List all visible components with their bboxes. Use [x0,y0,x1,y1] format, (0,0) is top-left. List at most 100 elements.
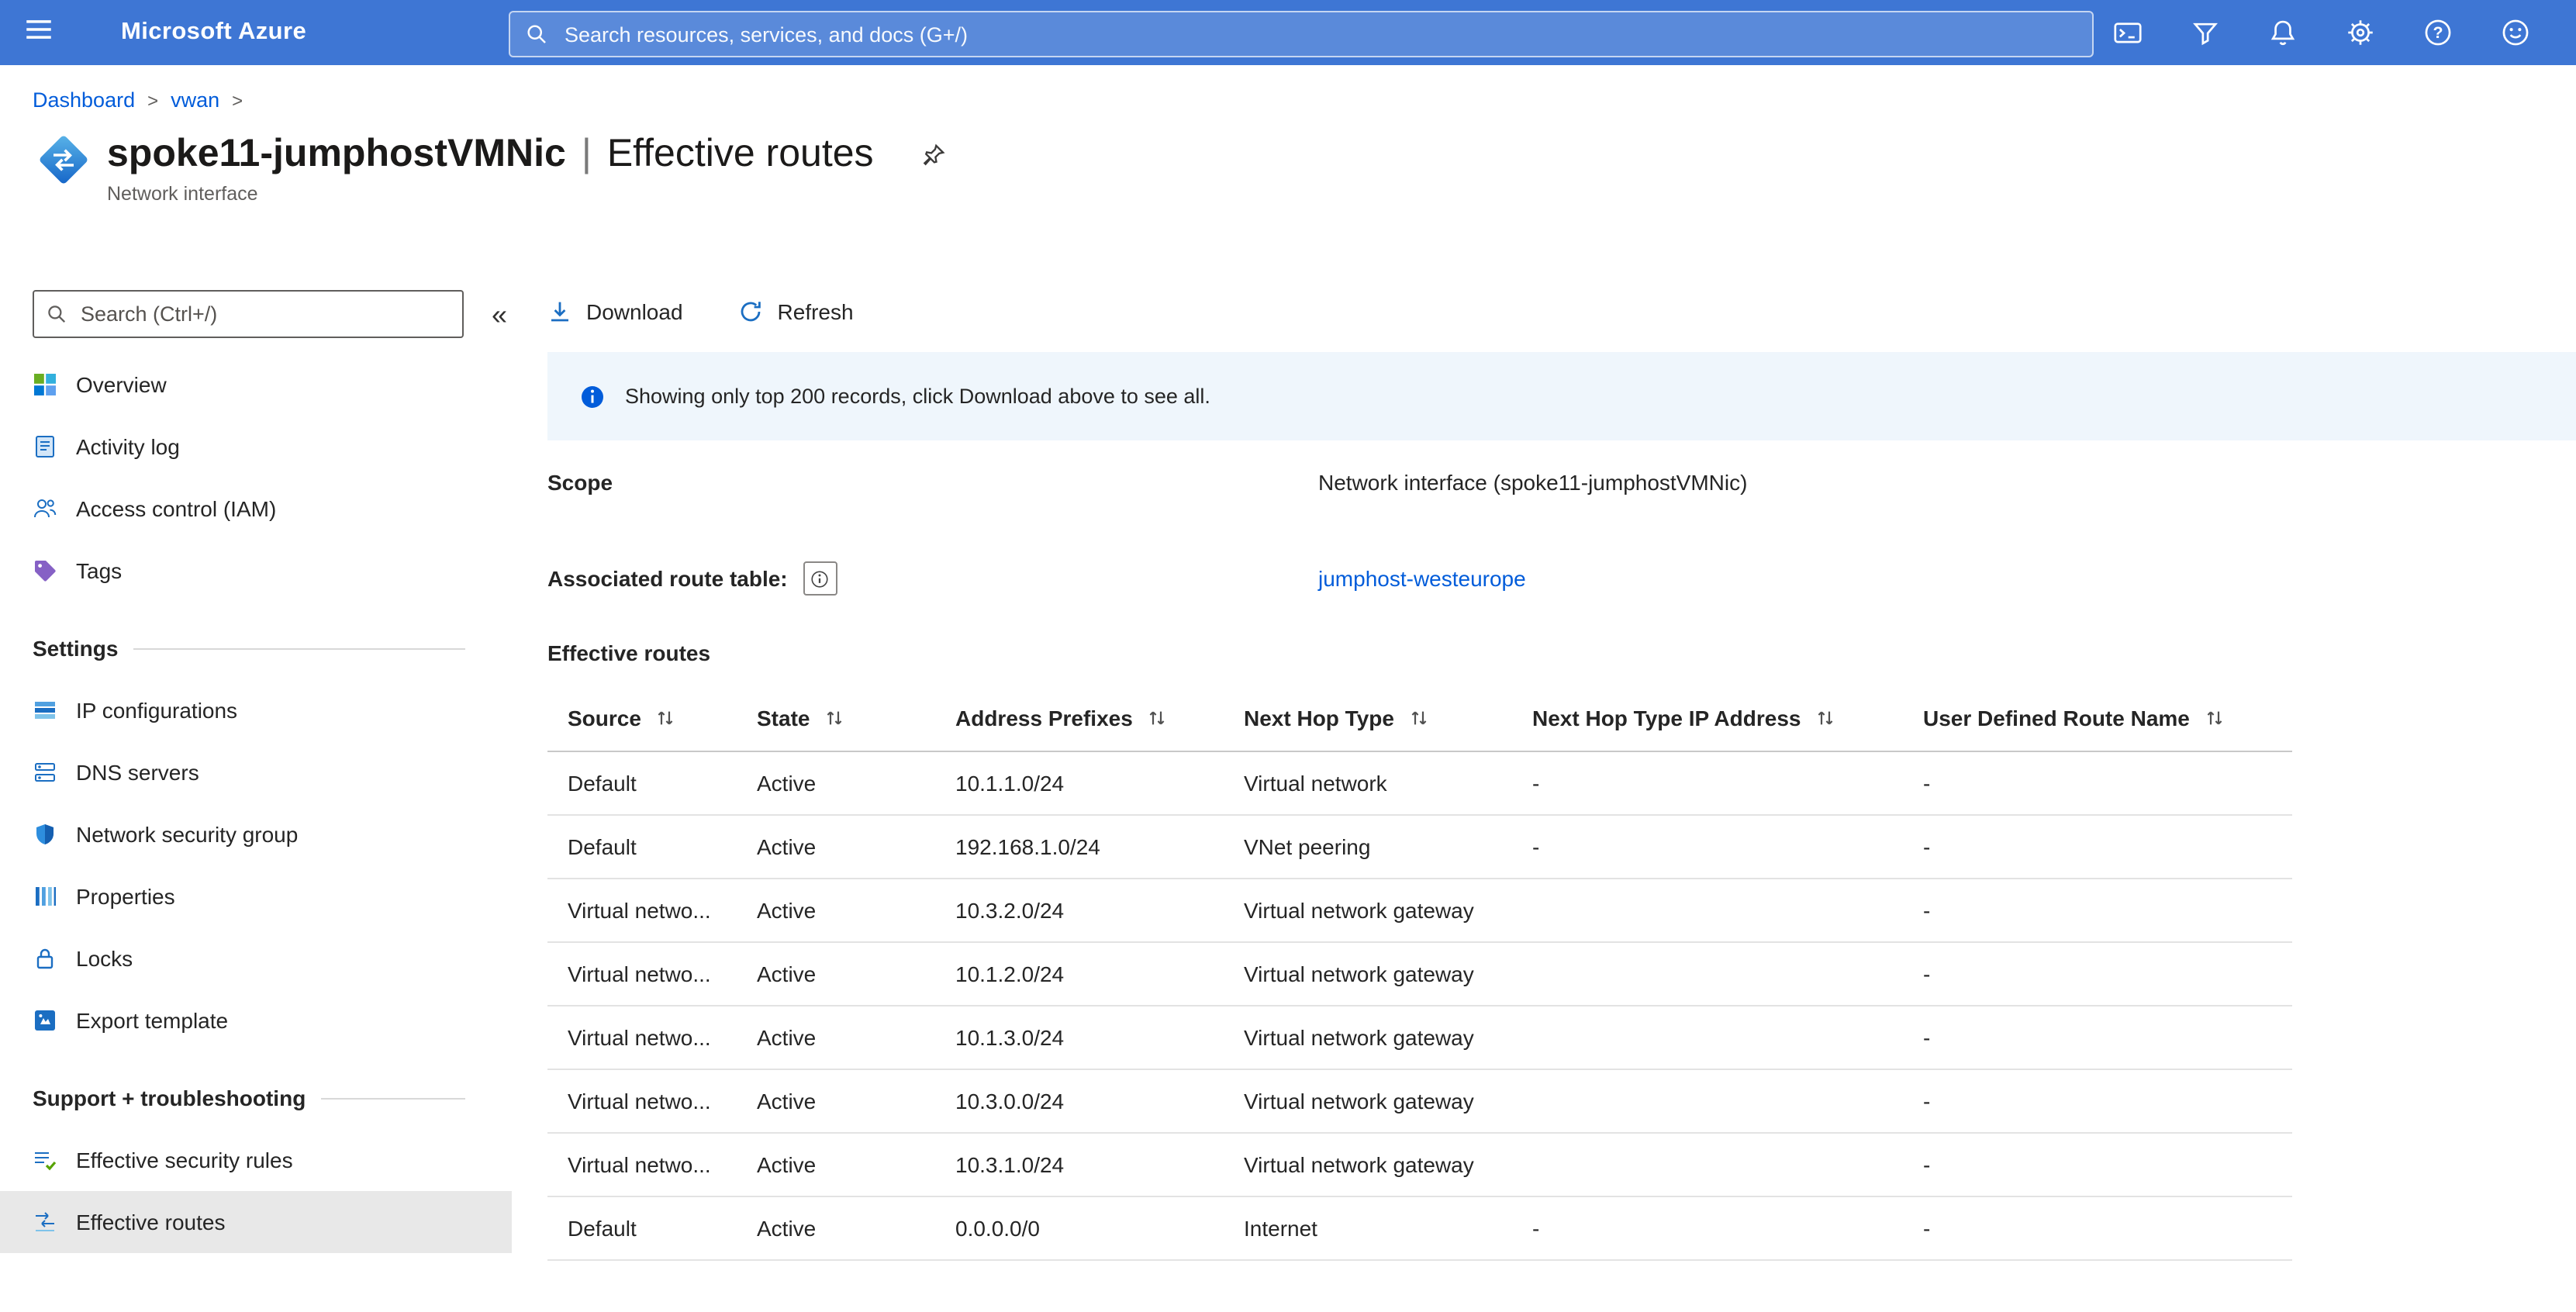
blade-main: Download Refresh Showing only top 200 re… [512,271,2576,1260]
brand-title[interactable]: Microsoft Azure [121,19,306,47]
cell-address-prefixes: 192.168.1.0/24 [955,814,1244,878]
breadcrumb-link-dashboard[interactable]: Dashboard [33,88,135,112]
table-row[interactable]: Default Active 0.0.0.0/0 Internet - - [547,1196,2292,1259]
column-label: Source [568,705,641,730]
sidebar-search[interactable] [33,290,464,338]
route-table-link[interactable]: jumphost-westeurope [1318,566,1526,591]
download-button[interactable]: Download [547,299,683,324]
table-row[interactable]: Virtual netwo... Active 10.1.2.0/24 Virt… [547,941,2292,1005]
cell-next-hop-type: Virtual network gateway [1244,1132,1532,1196]
table-row[interactable]: Virtual netwo... Active 10.1.3.0/24 Virt… [547,1005,2292,1069]
sidebar-item-effective-routes[interactable]: Effective routes [0,1191,512,1253]
table-row[interactable]: Virtual netwo... Active 10.3.1.0/24 Virt… [547,1132,2292,1196]
sidebar-item-ip-configurations[interactable]: IP configurations [0,679,512,741]
sidebar-item-label: Export template [76,1008,228,1033]
sidebar-item-export-template[interactable]: Export template [0,989,512,1051]
settings-button[interactable] [2334,0,2387,65]
page-header: Dashboard > vwan > spoke11-jumphostVMNic… [0,65,2576,271]
refresh-button[interactable]: Refresh [739,299,854,324]
feedback-button[interactable] [2489,0,2542,65]
column-header-address-prefixes[interactable]: Address Prefixes [955,685,1244,751]
column-header-next-hop-type[interactable]: Next Hop Type [1244,685,1532,751]
section-divider [321,1097,465,1099]
resource-name: spoke11-jumphostVMNic [107,129,566,180]
cell-state: Active [757,1132,955,1196]
global-search[interactable] [509,11,2094,57]
column-label: Address Prefixes [955,705,1133,730]
hamburger-menu-button[interactable] [0,0,78,65]
sidebar-item-effective-security-rules[interactable]: Effective security rules [0,1129,512,1191]
sidebar-nav: Overview Activity log Access control (IA… [0,354,512,1253]
cell-state: Active [757,1069,955,1132]
scope-row: Scope Network interface (spoke11-jumphos… [547,459,2576,506]
sidebar-item-network-security-group[interactable]: Network security group [0,803,512,865]
sort-icon [657,708,675,727]
cell-next-hop-ip [1532,941,1923,1005]
sidebar-item-dns-servers[interactable]: DNS servers [0,741,512,803]
column-label: State [757,705,810,730]
column-header-next-hop-ip[interactable]: Next Hop Type IP Address [1532,685,1923,751]
route-table-info-button[interactable] [803,561,837,596]
cell-udr-name: - [1923,1069,2292,1132]
help-button[interactable]: ? [2412,0,2464,65]
cell-state: Active [757,941,955,1005]
cloud-shell-icon [2114,19,2142,47]
cell-next-hop-ip: - [1532,814,1923,878]
download-icon [547,299,572,324]
svg-text:?: ? [2433,23,2443,42]
breadcrumb-link-vwan[interactable]: vwan [171,88,219,112]
info-circle-icon [810,568,830,589]
column-label: Next Hop Type [1244,705,1394,730]
sidebar-item-label: Effective security rules [76,1148,293,1172]
cell-source: Default [547,814,757,878]
cell-next-hop-type: Virtual network gateway [1244,941,1532,1005]
cell-next-hop-type: Virtual network [1244,751,1532,814]
cloud-shell-button[interactable] [2101,0,2154,65]
table-row[interactable]: Default Active 192.168.1.0/24 VNet peeri… [547,814,2292,878]
content: « Overview Activity log [0,271,2576,1260]
column-header-source[interactable]: Source [547,685,757,751]
bell-icon [2269,19,2297,47]
sidebar-item-access-control-iam[interactable]: Access control (IAM) [0,478,512,540]
effective-routes-icon [33,1210,57,1234]
pin-button[interactable] [920,143,947,169]
sidebar-item-label: DNS servers [76,760,199,785]
sidebar-search-input[interactable] [78,301,450,327]
info-icon [580,384,605,409]
activity-log-icon [33,434,57,459]
cell-next-hop-ip [1532,1132,1923,1196]
cell-udr-name: - [1923,878,2292,941]
column-header-state[interactable]: State [757,685,955,751]
cell-source: Default [547,1196,757,1259]
dns-servers-icon [33,760,57,785]
sidebar-item-tags[interactable]: Tags [0,540,512,602]
cell-address-prefixes: 10.3.1.0/24 [955,1132,1244,1196]
breadcrumb: Dashboard > vwan > [33,88,2576,112]
sort-icon [1816,708,1835,727]
sidebar-item-locks[interactable]: Locks [0,927,512,989]
cell-address-prefixes: 10.1.3.0/24 [955,1005,1244,1069]
sidebar-item-overview[interactable]: Overview [0,354,512,416]
sidebar-item-label: Overview [76,372,167,397]
network-security-group-icon [33,822,57,847]
sidebar-item-activity-log[interactable]: Activity log [0,416,512,478]
table-row[interactable]: Virtual netwo... Active 10.3.0.0/24 Virt… [547,1069,2292,1132]
sidebar-item-label: Effective routes [76,1210,226,1234]
section-header-label: Settings [33,636,118,661]
lock-icon [33,946,57,971]
pin-icon [920,143,947,169]
cell-next-hop-type: Virtual network gateway [1244,878,1532,941]
cell-next-hop-ip [1532,878,1923,941]
table-row[interactable]: Default Active 10.1.1.0/24 Virtual netwo… [547,751,2292,814]
directory-filter-button[interactable] [2179,0,2232,65]
table-row[interactable]: Virtual netwo... Active 10.3.2.0/24 Virt… [547,878,2292,941]
column-header-udr-name[interactable]: User Defined Route Name [1923,685,2292,751]
refresh-label: Refresh [778,299,854,324]
effective-routes-heading: Effective routes [547,639,2576,667]
table-header-row: Source State Address Prefixes Next Hop T… [547,685,2292,751]
notifications-button[interactable] [2257,0,2309,65]
smiley-icon [2502,19,2529,47]
sidebar-item-properties[interactable]: Properties [0,865,512,927]
global-search-input[interactable] [561,21,2077,47]
collapse-sidebar-button[interactable]: « [492,300,507,328]
